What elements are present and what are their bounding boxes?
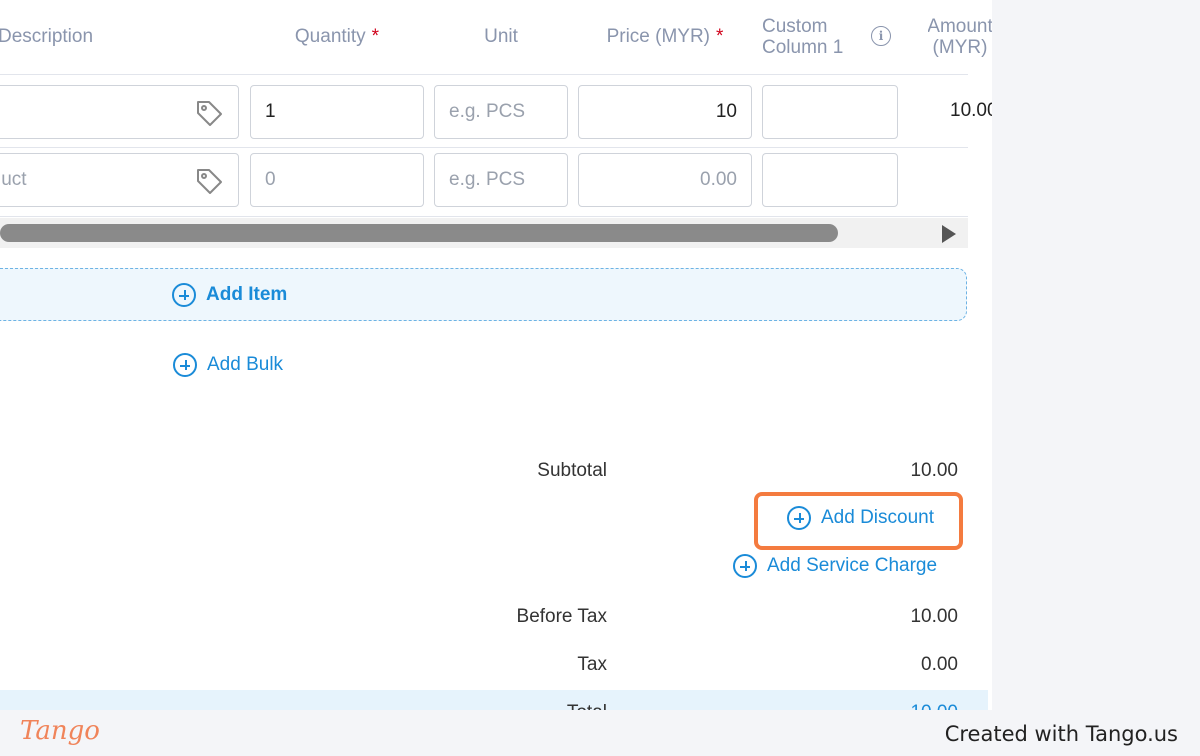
description-input[interactable]: Select Product [0,153,239,207]
add-bulk-button[interactable]: Add Bulk [173,353,283,377]
before-tax-value: 10.00 [910,606,958,627]
scrollbar-thumb[interactable] [0,224,838,242]
total-value: 10.00 [808,702,958,710]
subtotal-label: Subtotal [537,460,607,481]
divider [0,74,968,75]
subtotal-value: 10.00 [910,460,958,481]
unit-input[interactable]: e.g. PCS [434,153,568,207]
unit-input[interactable]: e.g. PCS [434,85,568,139]
tango-logo: Tango [20,716,100,746]
add-service-charge-button[interactable]: Add Service Charge [733,554,937,578]
custom-column-input[interactable] [762,85,898,139]
tax-label: Tax [577,654,607,675]
add-item-button[interactable]: Add Item [172,283,287,307]
required-marker: * [716,26,724,47]
add-item-row[interactable] [0,268,967,321]
total-label: Total [407,702,607,710]
total-row: Total 10.00 [0,690,988,710]
plus-circle-icon [172,283,196,307]
row-amount: 10.00 [950,100,992,121]
plus-circle-icon [733,554,757,578]
before-tax-label: Before Tax [516,606,607,627]
quantity-input[interactable]: 0 [250,153,424,207]
column-header-description: Description [0,26,94,47]
price-input[interactable]: 10 [578,85,752,139]
info-icon[interactable]: i [871,26,891,46]
column-header-quantity: Quantity * [294,26,380,47]
divider [0,216,968,217]
price-input[interactable]: 0.00 [578,153,752,207]
column-header-amount: Amount (MYR) [928,16,992,58]
created-with-text: Created with Tango.us [944,722,1178,746]
description-input[interactable] [0,85,239,139]
tag-icon[interactable] [194,98,224,128]
plus-circle-icon [173,353,197,377]
invoice-items-panel: Description Quantity * Unit Price (MYR) * … [0,0,992,710]
column-header-unit: Unit [484,26,518,47]
tax-value: 0.00 [921,654,958,675]
column-header-custom-column-1: Custom Column 1 [762,16,844,58]
click-highlight [754,492,963,550]
divider [0,147,968,148]
quantity-input[interactable]: 1 [250,85,424,139]
page-background [992,0,1200,710]
scroll-right-arrow-icon[interactable] [942,225,956,243]
footer-bar: Tango Created with Tango.us [0,710,1200,756]
tag-icon[interactable] [194,166,224,196]
column-header-price: Price (MYR) * [606,26,724,47]
custom-column-input[interactable] [762,153,898,207]
required-marker: * [371,26,380,47]
